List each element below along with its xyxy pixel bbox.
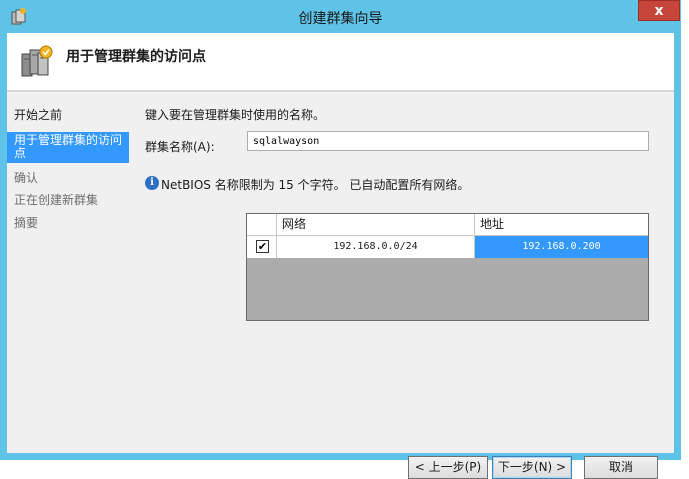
- cluster-servers-icon: [21, 45, 53, 77]
- close-button[interactable]: x: [638, 0, 680, 21]
- grid-header-address[interactable]: 地址: [475, 214, 648, 235]
- nav-step-access-point[interactable]: 用于管理群集的访问点: [7, 132, 129, 163]
- nav-step-confirmation: 确认: [14, 171, 39, 185]
- wizard-window: 创建群集向导 x 用于管理群集的访问点 开始之前 用于管理群集的访问点 确认 正…: [0, 0, 681, 479]
- previous-button[interactable]: < 上一步(P): [408, 456, 488, 479]
- instruction-text: 键入要在管理群集时使用的名称。: [145, 108, 326, 122]
- info-text: NetBIOS 名称限制为 15 个字符。 已自动配置所有网络。: [161, 178, 470, 192]
- network-cell[interactable]: 192.168.0.0/24: [277, 236, 475, 258]
- address-cell[interactable]: 192.168.0.200: [475, 236, 648, 258]
- next-button[interactable]: 下一步(N) >: [492, 456, 572, 479]
- wizard-body: 开始之前 用于管理群集的访问点 确认 正在创建新群集 摘要 键入要在管理群集时使…: [7, 92, 674, 479]
- wizard-header: 用于管理群集的访问点: [7, 33, 674, 90]
- wizard-client-area: 用于管理群集的访问点 开始之前 用于管理群集的访问点 确认 正在创建新群集 摘要…: [7, 33, 674, 479]
- cancel-button[interactable]: 取消: [584, 456, 658, 479]
- wizard-steps-nav: 开始之前 用于管理群集的访问点 确认 正在创建新群集 摘要: [7, 92, 129, 453]
- network-checkbox[interactable]: ✔: [256, 240, 269, 253]
- title-bar: 创建群集向导 x: [0, 0, 681, 33]
- cluster-name-label: 群集名称(A):: [145, 140, 215, 154]
- network-grid-header: 网络 地址: [247, 214, 648, 236]
- grid-header-network[interactable]: 网络: [277, 214, 475, 235]
- network-grid: 网络 地址 ✔ 192.168.0.0/24 192.168.0.200: [246, 213, 649, 321]
- grid-header-checkbox-column: [247, 214, 277, 235]
- window-title: 创建群集向导: [298, 11, 383, 27]
- nav-step-before-you-begin[interactable]: 开始之前: [7, 109, 129, 122]
- info-icon: i: [145, 176, 159, 190]
- wizard-content: 键入要在管理群集时使用的名称。 群集名称(A): i NetBIOS 名称限制为…: [145, 92, 674, 453]
- nav-step-summary: 摘要: [14, 216, 39, 230]
- cluster-name-input[interactable]: [247, 131, 649, 151]
- nav-step-creating-cluster: 正在创建新群集: [14, 193, 99, 207]
- network-grid-row[interactable]: ✔ 192.168.0.0/24 192.168.0.200: [247, 236, 648, 258]
- page-title: 用于管理群集的访问点: [66, 49, 206, 65]
- network-checkbox-cell: ✔: [247, 236, 277, 258]
